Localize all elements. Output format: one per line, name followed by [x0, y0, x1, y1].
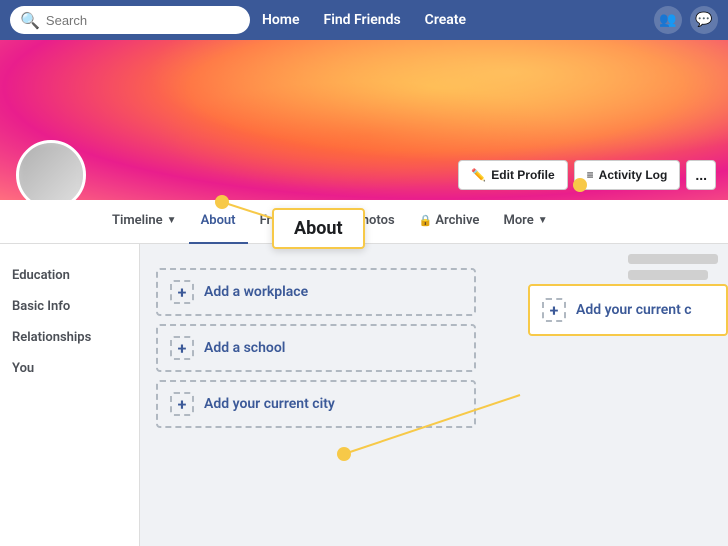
add-school-item[interactable]: + Add a school [156, 324, 476, 372]
nav-home[interactable]: Home [262, 12, 300, 28]
search-bar[interactable]: 🔍 [10, 6, 250, 34]
people-icon[interactable]: 👥 [654, 6, 682, 34]
cover-photo-area: ✏️ Edit Profile ≡ Activity Log ... [0, 40, 728, 200]
messenger-icon[interactable]: 💬 [690, 6, 718, 34]
pencil-icon: ✏️ [471, 168, 486, 182]
sidebar-item-education[interactable]: Education [12, 260, 127, 291]
add-city-item[interactable]: + Add your current city [156, 380, 476, 428]
avatar [16, 140, 86, 200]
edit-profile-button[interactable]: ✏️ Edit Profile [458, 160, 567, 190]
nav-links: Home Find Friends Create [262, 12, 466, 28]
add-workplace-plus: + [170, 280, 194, 304]
gray-bar-2 [628, 270, 708, 280]
sidebar-item-you[interactable]: You [12, 353, 127, 384]
card-plus-icon: + [542, 298, 566, 322]
right-icons-area [628, 254, 718, 286]
tab-about[interactable]: About [189, 200, 248, 244]
add-school-plus: + [170, 336, 194, 360]
chevron-down-icon-more: ▼ [538, 215, 548, 226]
add-city-plus: + [170, 392, 194, 416]
more-button[interactable]: ... [686, 160, 716, 190]
search-input[interactable] [46, 13, 240, 28]
navbar-right: 👥 💬 [654, 6, 718, 34]
left-sidebar: Education Basic Info Relationships You [0, 244, 140, 546]
content-area: + Add a workplace + Add a school + Add y… [140, 244, 728, 546]
add-workplace-item[interactable]: + Add a workplace [156, 268, 476, 316]
sidebar-item-basic-info[interactable]: Basic Info [12, 291, 127, 322]
nav-find-friends[interactable]: Find Friends [324, 12, 401, 28]
list-icon: ≡ [587, 168, 594, 182]
cover-actions: ✏️ Edit Profile ≡ Activity Log ... [458, 160, 716, 190]
activity-log-button[interactable]: ≡ Activity Log [574, 160, 681, 190]
tab-more[interactable]: More ▼ [491, 200, 559, 244]
about-tooltip-box: About [272, 208, 365, 249]
nav-create[interactable]: Create [425, 12, 466, 28]
lock-icon: 🔒 [419, 214, 433, 227]
search-icon: 🔍 [20, 11, 40, 30]
add-current-city-card[interactable]: + Add your current c [528, 284, 728, 336]
sidebar-item-relationships[interactable]: Relationships [12, 322, 127, 353]
chevron-down-icon: ▼ [167, 215, 177, 226]
tab-timeline[interactable]: Timeline ▼ [100, 200, 189, 244]
tab-archive[interactable]: 🔒 Archive [407, 200, 492, 244]
main-content: Education Basic Info Relationships You +… [0, 244, 728, 546]
navbar: 🔍 Home Find Friends Create 👥 💬 [0, 0, 728, 40]
card-label: Add your current c [576, 302, 692, 318]
gray-bar-1 [628, 254, 718, 264]
